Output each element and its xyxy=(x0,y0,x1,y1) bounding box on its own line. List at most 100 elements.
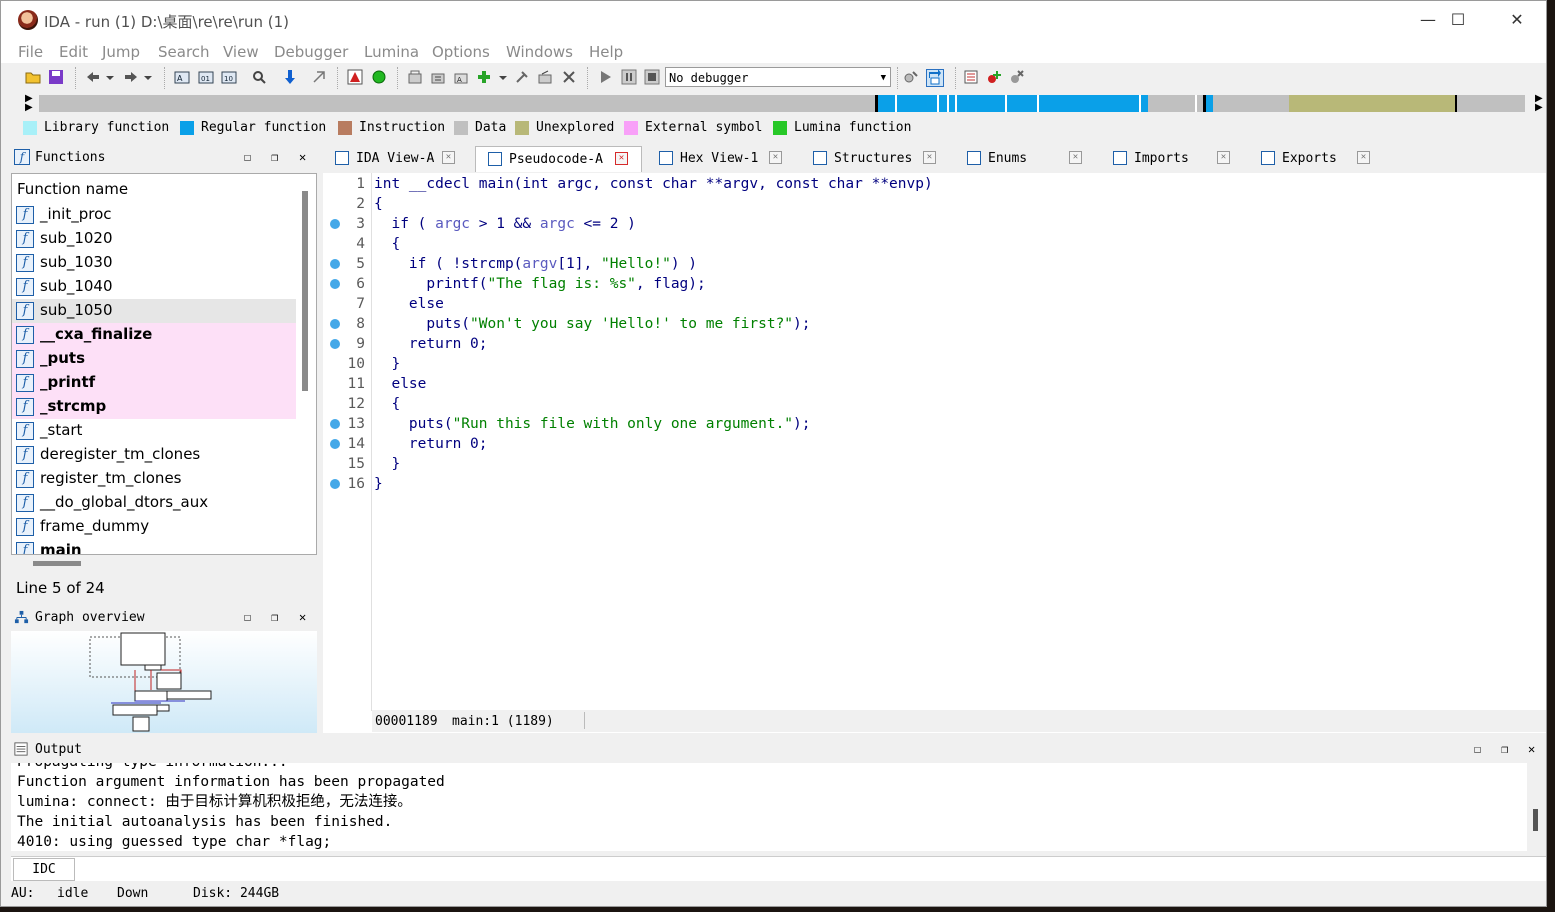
delete-x-icon[interactable] xyxy=(561,69,577,85)
forward-dropdown-icon[interactable] xyxy=(143,69,153,85)
menu-debugger[interactable]: Debugger xyxy=(274,43,348,61)
tab-close-icon[interactable]: ✕ xyxy=(923,151,936,164)
pseudocode-view[interactable]: 1 2 3 4 5 6 7 8 9 10 11 12 13 14 15 16 int __cdecl main… xyxy=(323,173,1546,733)
navigation-bar[interactable] xyxy=(39,95,1525,112)
maximize-button[interactable]: ☐ xyxy=(1429,5,1487,35)
menu-search[interactable]: Search xyxy=(158,43,210,61)
function-row[interactable]: f register_tm_clones xyxy=(12,467,296,491)
undefine-icon[interactable] xyxy=(537,69,553,85)
pseudocode-text[interactable]: int __cdecl main(int argc, const char **… xyxy=(372,173,1546,711)
nav-right-arrow-icon-2[interactable]: ▶ xyxy=(1535,102,1543,113)
add-dropdown-icon[interactable] xyxy=(498,69,508,85)
function-row[interactable]: f _init_proc xyxy=(12,203,296,227)
save-icon[interactable] xyxy=(48,69,64,85)
stop-icon[interactable] xyxy=(644,69,660,85)
panel-maximize-icon[interactable]: ☐ xyxy=(244,150,251,164)
code-line[interactable]: { xyxy=(374,194,383,214)
function-row[interactable]: f _puts xyxy=(12,347,296,371)
function-row[interactable]: f _printf xyxy=(12,371,296,395)
panel-maximize-icon[interactable]: ☐ xyxy=(244,610,251,624)
function-row[interactable]: f _start xyxy=(12,419,296,443)
pause-icon[interactable] xyxy=(621,69,637,85)
breakpoint-dot-icon[interactable] xyxy=(330,219,340,229)
tab-ida-view-a[interactable]: IDA View-A ✕ xyxy=(323,146,468,171)
search-text-icon[interactable]: A xyxy=(174,69,190,85)
nav-left-arrow-icon-2[interactable]: ▶ xyxy=(25,102,33,113)
output-log[interactable]: Propagating type information... Function … xyxy=(11,763,1527,851)
breakpoint-list-icon[interactable] xyxy=(963,69,979,85)
command-input[interactable] xyxy=(77,858,1542,879)
panel-float-icon[interactable]: ❐ xyxy=(271,610,278,624)
play-icon[interactable] xyxy=(597,69,613,85)
function-row[interactable]: f __cxa_finalize xyxy=(12,323,296,347)
tab-close-icon[interactable]: ✕ xyxy=(1217,151,1230,164)
remove-breakpoint-icon[interactable] xyxy=(1009,69,1025,85)
breakpoint-dot-icon[interactable] xyxy=(330,479,340,489)
code-line[interactable]: if ( !strcmp(argv[1], "Hello!") ) xyxy=(374,254,697,274)
add-breakpoint-icon[interactable] xyxy=(986,69,1002,85)
debugger-select[interactable]: No debugger ▼ xyxy=(665,67,891,87)
breakpoint-dot-icon[interactable] xyxy=(330,259,340,269)
breakpoint-dot-icon[interactable] xyxy=(330,419,340,429)
jump-down-icon[interactable] xyxy=(282,69,298,85)
tools-icon[interactable] xyxy=(514,69,530,85)
menu-windows[interactable]: Windows xyxy=(506,43,573,61)
struct-icon[interactable] xyxy=(407,69,423,85)
breakpoint-dot-icon[interactable] xyxy=(330,439,340,449)
panel-close-icon[interactable]: ✕ xyxy=(1528,742,1535,756)
open-file-icon[interactable] xyxy=(25,69,41,85)
close-button[interactable]: ✕ xyxy=(1488,5,1546,35)
tab-structures[interactable]: Structures ✕ xyxy=(801,146,949,171)
menu-view[interactable]: View xyxy=(223,43,259,61)
back-arrow-icon[interactable] xyxy=(85,69,101,85)
tab-imports[interactable]: Imports ✕ xyxy=(1101,146,1243,171)
forward-arrow-icon[interactable] xyxy=(123,69,139,85)
search-immediate-icon[interactable]: 10 xyxy=(221,69,237,85)
function-row[interactable]: f sub_1030 xyxy=(12,251,296,275)
code-line[interactable]: puts("Won't you say 'Hello!' to me first… xyxy=(374,314,810,334)
make-data-icon[interactable]: A xyxy=(453,69,469,85)
code-line[interactable]: } xyxy=(374,474,383,494)
menu-options[interactable]: Options xyxy=(432,43,490,61)
code-line[interactable]: else xyxy=(374,294,444,314)
add-green-icon[interactable] xyxy=(476,69,492,85)
menu-lumina[interactable]: Lumina xyxy=(364,43,419,61)
function-row[interactable]: f main xyxy=(12,539,296,554)
panel-maximize-icon[interactable]: ☐ xyxy=(1474,742,1481,756)
function-list-horizontal-scrollbar[interactable] xyxy=(33,561,81,566)
panel-close-icon[interactable]: ✕ xyxy=(299,610,306,624)
back-dropdown-icon[interactable] xyxy=(105,69,115,85)
output-scrollbar[interactable] xyxy=(1533,809,1538,831)
function-row[interactable]: f frame_dummy xyxy=(12,515,296,539)
breakpoint-dot-icon[interactable] xyxy=(330,279,340,289)
idc-button[interactable]: IDC xyxy=(13,858,75,881)
code-line[interactable]: if ( argc > 1 && argc <= 2 ) xyxy=(374,214,635,234)
search-binary-icon[interactable]: 01 xyxy=(198,69,214,85)
function-row[interactable]: f sub_1040 xyxy=(12,275,296,299)
code-line[interactable]: printf("The flag is: %s", flag); xyxy=(374,274,705,294)
function-row[interactable]: f sub_1020 xyxy=(12,227,296,251)
menu-file[interactable]: File xyxy=(18,43,43,61)
tab-pseudocode-a[interactable]: Pseudocode-A ✕ xyxy=(475,146,642,172)
tab-close-icon[interactable]: ✕ xyxy=(769,151,782,164)
menu-help[interactable]: Help xyxy=(589,43,623,61)
graph-overview[interactable] xyxy=(11,631,317,733)
tab-close-icon[interactable]: ✕ xyxy=(1069,151,1082,164)
enum-icon[interactable] xyxy=(430,69,446,85)
sync-icon[interactable] xyxy=(926,69,944,87)
code-line[interactable]: } xyxy=(374,354,400,374)
code-line[interactable]: } xyxy=(374,454,400,474)
code-line[interactable]: else xyxy=(374,374,426,394)
function-list-vertical-scrollbar[interactable] xyxy=(302,191,308,391)
debugger-options-icon[interactable] xyxy=(903,69,919,85)
search-next-icon[interactable] xyxy=(251,69,267,85)
function-row[interactable]: f deregister_tm_clones xyxy=(12,443,296,467)
navigation-band[interactable]: ▶ ▶ ▶ ▶ xyxy=(23,93,1543,115)
code-line[interactable]: int __cdecl main(int argc, const char **… xyxy=(374,174,933,194)
tab-exports[interactable]: Exports ✕ xyxy=(1249,146,1383,171)
breakpoint-dot-icon[interactable] xyxy=(330,319,340,329)
panel-close-icon[interactable]: ✕ xyxy=(299,150,306,164)
code-line[interactable]: { xyxy=(374,394,400,414)
menu-jump[interactable]: Jump xyxy=(102,43,140,61)
menu-edit[interactable]: Edit xyxy=(59,43,88,61)
